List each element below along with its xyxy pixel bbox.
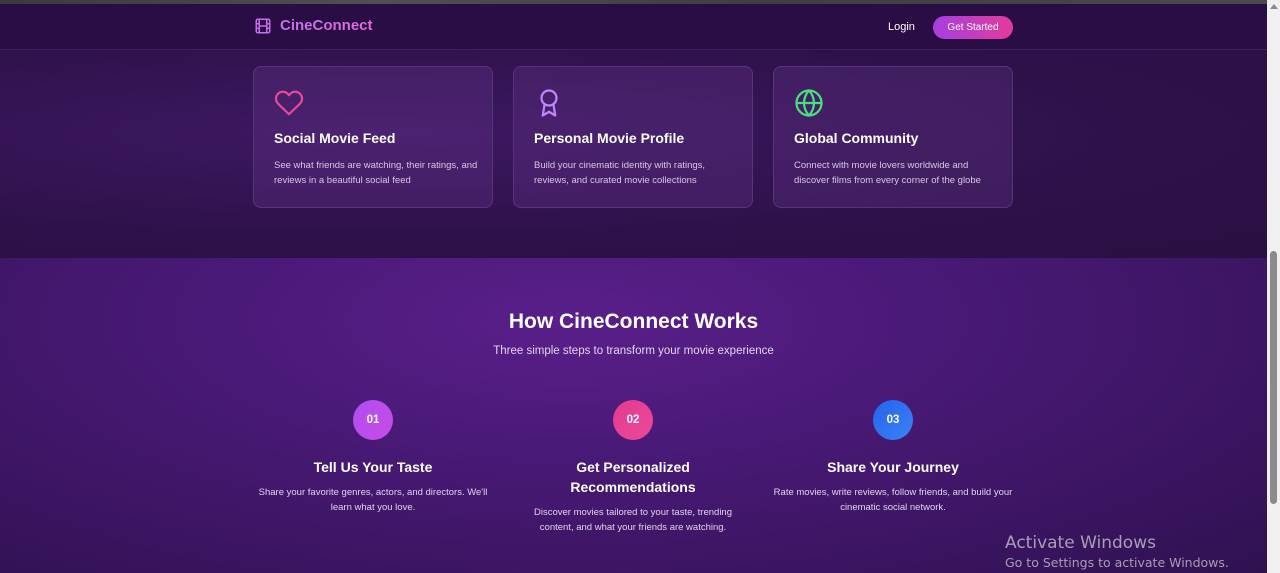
brand-logo[interactable]: CineConnect bbox=[254, 17, 373, 35]
features-section: Social Movie Feed See what friends are w… bbox=[0, 50, 1267, 258]
how-it-works-section: How CineConnect Works Three simple steps… bbox=[0, 258, 1267, 573]
step-title: Share Your Journey bbox=[827, 459, 959, 475]
scroll-up-arrow-icon[interactable] bbox=[1270, 4, 1278, 9]
step-description: Rate movies, write reviews, follow frien… bbox=[773, 487, 1013, 513]
feature-description: Connect with movie lovers worldwide and … bbox=[794, 160, 981, 186]
section-title: How CineConnect Works bbox=[508, 310, 759, 333]
feature-title: Global Community bbox=[794, 130, 919, 146]
step-title: Tell Us Your Taste bbox=[313, 459, 433, 475]
step-1: 01 Tell Us Your Taste Share your favorit… bbox=[248, 400, 498, 515]
feature-title: Social Movie Feed bbox=[274, 130, 396, 146]
watermark-subtitle: Go to Settings to activate Windows. bbox=[1005, 555, 1229, 570]
feature-title: Personal Movie Profile bbox=[534, 130, 685, 146]
landing-page: CineConnect Login Get Started Social Mov… bbox=[0, 0, 1267, 573]
step-3: 03 Share Your Journey Rate movies, write… bbox=[768, 400, 1018, 515]
heart-icon bbox=[274, 90, 304, 116]
get-started-button[interactable]: Get Started bbox=[933, 16, 1013, 39]
page-scrollbar[interactable] bbox=[1267, 0, 1280, 573]
navbar: CineConnect Login Get Started bbox=[0, 4, 1267, 50]
brand-name: CineConnect bbox=[280, 17, 373, 34]
section-subtitle: Three simple steps to transform your mov… bbox=[493, 345, 774, 357]
feature-card-global-community: Global Community Connect with movie love… bbox=[773, 66, 1013, 208]
step-2: 02 Get Personalized Recommendations Disc… bbox=[508, 400, 758, 535]
step-number-badge: 02 bbox=[613, 400, 653, 440]
feature-description: See what friends are watching, their rat… bbox=[274, 160, 478, 186]
feature-description: Build your cinematic identity with ratin… bbox=[534, 160, 706, 186]
film-icon bbox=[255, 18, 271, 34]
feature-card-social-feed: Social Movie Feed See what friends are w… bbox=[253, 66, 493, 208]
activate-windows-watermark: Activate Windows Go to Settings to activ… bbox=[1005, 533, 1229, 571]
step-title: Get Personalized Recommendations bbox=[570, 459, 696, 495]
scroll-thumb[interactable] bbox=[1270, 251, 1277, 504]
step-number-badge: 03 bbox=[873, 400, 913, 440]
step-description: Discover movies tailored to your taste, … bbox=[533, 507, 732, 533]
globe-icon bbox=[795, 89, 823, 117]
step-description: Share your favorite genres, actors, and … bbox=[258, 487, 488, 513]
step-number-badge: 01 bbox=[353, 400, 393, 440]
award-icon bbox=[540, 89, 558, 117]
feature-card-personal-profile: Personal Movie Profile Build your cinema… bbox=[513, 66, 753, 208]
login-link[interactable]: Login bbox=[888, 20, 915, 34]
watermark-title: Activate Windows bbox=[1005, 533, 1156, 553]
